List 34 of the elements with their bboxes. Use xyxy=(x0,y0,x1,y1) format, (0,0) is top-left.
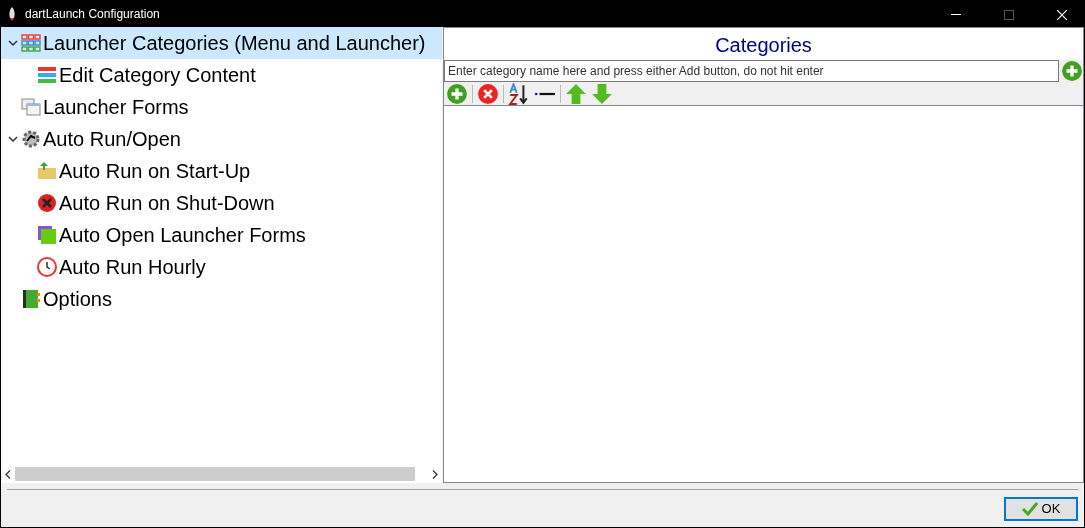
gear-icon xyxy=(21,129,41,149)
maximize-icon[interactable] xyxy=(1003,9,1014,20)
windows-icon xyxy=(21,97,41,117)
folders-icon xyxy=(37,225,57,245)
check-icon xyxy=(1021,501,1038,516)
clock-icon xyxy=(37,257,57,277)
delete-icon[interactable] xyxy=(477,82,499,105)
list-icon xyxy=(37,65,57,85)
panel-title: Categories xyxy=(714,33,813,58)
close-icon[interactable] xyxy=(1056,9,1067,20)
add-icon[interactable] xyxy=(446,82,468,105)
folder-icon xyxy=(37,161,57,181)
scroll-right-icon[interactable] xyxy=(432,469,438,479)
add-icon[interactable] xyxy=(1061,60,1083,82)
tree-item[interactable]: Auto Open Launcher Forms xyxy=(1,219,442,251)
rocket-icon xyxy=(7,7,17,21)
ok-button[interactable]: OK xyxy=(1004,496,1078,521)
sort-icon[interactable] xyxy=(508,82,530,105)
category-name-field[interactable]: Enter category name here and press either Add button, do not hit enter xyxy=(444,60,1059,82)
tree-item[interactable]: Options xyxy=(1,283,442,315)
minimize-icon[interactable] xyxy=(950,13,961,16)
scroll-left-icon[interactable] xyxy=(5,469,11,479)
scrollbar-thumb[interactable] xyxy=(15,467,415,481)
tree-item[interactable]: Auto Run on Shut-Down xyxy=(1,187,442,219)
window-title: dartLaunch Configuration xyxy=(25,6,160,23)
tree-item[interactable]: Auto Run on Start-Up xyxy=(1,155,442,187)
tree-item[interactable]: Edit Category Content xyxy=(1,59,442,91)
tree-item[interactable]: Launcher Forms xyxy=(1,91,442,123)
tree-item[interactable]: Launcher Categories (Menu and Launcher) xyxy=(1,27,442,59)
book-icon xyxy=(21,289,41,309)
grid-icon xyxy=(21,33,41,53)
tree-item[interactable]: Auto Run/Open xyxy=(1,123,442,155)
tree-item[interactable]: Auto Run Hourly xyxy=(1,251,442,283)
stop-icon xyxy=(37,193,57,213)
